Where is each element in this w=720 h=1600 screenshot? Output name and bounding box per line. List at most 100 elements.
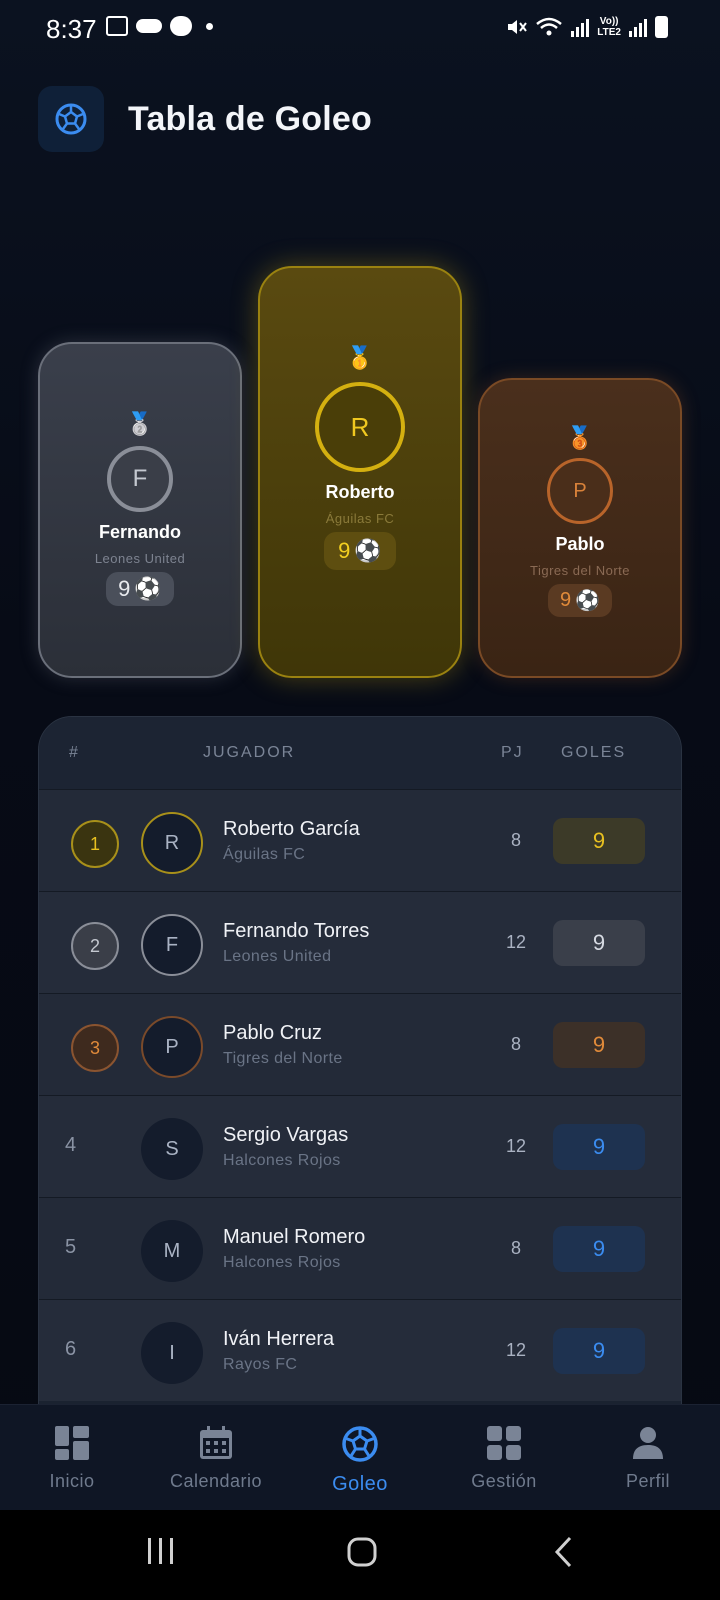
avatar: P (141, 1016, 203, 1078)
column-header-rank: # (69, 744, 80, 761)
table-row[interactable]: 6 I Iván Herrera Rayos FC 12 9 (39, 1299, 681, 1401)
nav-item-inicio[interactable]: Inicio (0, 1405, 144, 1510)
goals-badge: 9 (553, 818, 645, 864)
soccer-ball-icon: ⚽ (575, 590, 601, 612)
player-name: Pablo Cruz (223, 1022, 322, 1044)
bronze-medal-icon: 🥉 (566, 425, 594, 450)
avatar: M (141, 1220, 203, 1282)
cloud-icon (136, 19, 162, 33)
player-team: Tigres del Norte (223, 1050, 343, 1067)
page-title: Tabla de Goleo (128, 99, 372, 138)
silver-medal-icon: 🥈 (126, 411, 154, 436)
player-name: Sergio Vargas (223, 1124, 349, 1146)
status-time: 8:37 (46, 14, 97, 44)
gallery-icon (106, 16, 128, 36)
recent-apps-icon[interactable] (146, 1536, 176, 1566)
home-icon[interactable] (346, 1536, 378, 1568)
games-played: 12 (505, 932, 527, 952)
nav-label: Perfil (625, 1471, 670, 1491)
player-name: Manuel Romero (223, 1226, 366, 1248)
podium-team-name: Tigres del Norte (530, 563, 630, 578)
nav-item-goleo[interactable]: Goleo (288, 1405, 432, 1510)
games-played: 8 (510, 1034, 521, 1054)
player-team: Halcones Rojos (223, 1152, 341, 1169)
nav-item-gestion[interactable]: Gestión (432, 1405, 576, 1510)
volte-icon: Vo)) LTE2 (597, 16, 621, 38)
podium-card-first[interactable]: 🥇 R Roberto Águilas FC 9 ⚽ (258, 266, 462, 678)
avatar: P (547, 458, 613, 524)
rank-number: 5 (65, 1236, 77, 1258)
podium-goals-value: 9 (338, 538, 351, 563)
mute-icon (508, 20, 528, 34)
column-header-player: JUGADOR (203, 744, 296, 761)
games-played: 8 (510, 830, 521, 850)
column-header-pj: PJ (501, 744, 524, 761)
games-played: 8 (510, 1238, 521, 1258)
podium-goals-value: 9 (559, 589, 572, 611)
battery-icon (655, 16, 668, 38)
nav-item-perfil[interactable]: Perfil (576, 1405, 720, 1510)
podium-card-second[interactable]: 🥈 F Fernando Leones United 9 ⚽ (38, 342, 242, 678)
wifi-icon (536, 17, 563, 36)
podium-card-third[interactable]: 🥉 P Pablo Tigres del Norte 9 ⚽ (478, 378, 682, 678)
player-team: Águilas FC (223, 846, 306, 863)
bottom-navigation: Inicio Calendario Goleo Gestión Perfil (0, 1404, 720, 1510)
more-notifications-dot-icon (206, 22, 213, 30)
signal-icon (571, 17, 590, 37)
soccer-ball-icon (38, 86, 104, 152)
podium-team-name: Leones United (94, 551, 186, 566)
soccer-ball-icon (342, 1426, 378, 1462)
calendar-icon (200, 1426, 232, 1459)
rank-badge-bronze: 3 (71, 1024, 119, 1072)
soccer-ball-icon: ⚽ (354, 538, 382, 563)
nav-label: Calendario (169, 1471, 263, 1491)
rank-number: 4 (65, 1134, 77, 1156)
table-row[interactable]: 3 P Pablo Cruz Tigres del Norte 8 9 (39, 993, 681, 1095)
table-header: # JUGADOR PJ GOLES (39, 717, 681, 789)
nav-label: Inicio (49, 1471, 95, 1491)
column-header-goals: GOLES (561, 744, 627, 761)
gold-medal-icon: 🥇 (346, 345, 374, 370)
avatar: F (107, 446, 173, 512)
person-icon (633, 1427, 663, 1459)
podium-player-name: Pablo (555, 534, 605, 554)
rank-number: 6 (65, 1338, 77, 1360)
table-row[interactable]: 4 S Sergio Vargas Halcones Rojos 12 9 (39, 1095, 681, 1197)
player-team: Halcones Rojos (223, 1254, 341, 1271)
player-name: Roberto García (223, 818, 360, 840)
podium-team-name: Águilas FC (325, 511, 395, 526)
goals-badge: 9 (553, 1226, 645, 1272)
games-played: 12 (505, 1340, 527, 1360)
podium-player-name: Roberto (325, 482, 395, 502)
player-team: Leones United (223, 948, 332, 965)
avatar: R (315, 382, 405, 472)
table-row[interactable]: 2 F Fernando Torres Leones United 12 9 (39, 891, 681, 993)
podium-goals-badge: 9 ⚽ (106, 572, 174, 606)
goals-badge: 9 (553, 1328, 645, 1374)
player-name: Fernando Torres (223, 920, 370, 942)
status-system-icons: Vo)) LTE2 (505, 16, 668, 38)
podium-goals-badge: 9 ⚽ (324, 532, 396, 570)
page-header: Tabla de Goleo (38, 86, 372, 152)
games-played: 12 (505, 1136, 527, 1156)
avatar: I (141, 1322, 203, 1384)
grid-icon (487, 1426, 521, 1460)
avatar: R (141, 812, 203, 874)
signal-2-icon (629, 17, 647, 37)
table-row[interactable]: 5 M Manuel Romero Halcones Rojos 8 9 (39, 1197, 681, 1299)
system-navigation-bar (0, 1510, 720, 1600)
goals-badge: 9 (553, 1124, 645, 1170)
soccer-ball-icon: ⚽ (134, 576, 162, 601)
player-name: Iván Herrera (223, 1328, 335, 1350)
avatar: F (141, 914, 203, 976)
scorers-table: # JUGADOR PJ GOLES 1 R Roberto García Ág… (38, 716, 682, 1406)
player-team: Rayos FC (223, 1356, 298, 1373)
podium-goals-value: 9 (118, 576, 131, 601)
status-bar: 8:37 Vo)) LTE2 (0, 0, 720, 58)
table-row[interactable]: 1 R Roberto García Águilas FC 8 9 (39, 789, 681, 891)
status-notification-icons (106, 16, 213, 36)
message-icon (170, 16, 192, 36)
goals-badge: 9 (553, 920, 645, 966)
nav-item-calendario[interactable]: Calendario (144, 1405, 288, 1510)
back-icon[interactable] (552, 1536, 576, 1568)
